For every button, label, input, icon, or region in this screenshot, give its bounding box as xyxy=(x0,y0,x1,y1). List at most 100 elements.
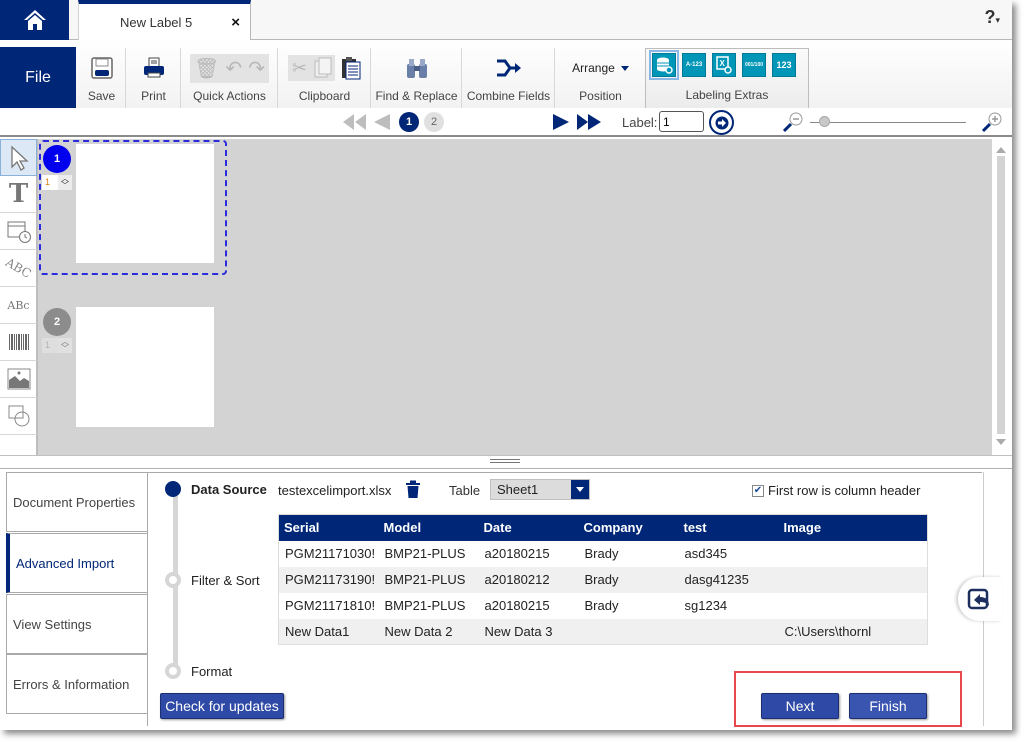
table-row[interactable]: PGM21173190! BMP21-PLUS a20180212 Brady … xyxy=(278,566,928,593)
zoom-slider-track[interactable] xyxy=(810,122,966,123)
return-arrow-icon xyxy=(967,588,989,610)
table-row[interactable]: New Data1 New Data 2 New Data 3 C:\Users… xyxy=(278,618,928,645)
print-button[interactable]: Print xyxy=(127,48,181,108)
table-cell xyxy=(778,566,928,593)
finish-button[interactable]: Finish xyxy=(849,693,927,719)
tab-errors-information[interactable]: Errors & Information xyxy=(6,654,148,714)
column-header[interactable]: Date xyxy=(478,514,579,541)
copies-spinner-1[interactable]: 1 ︿ ﹀ xyxy=(42,175,72,190)
table-row[interactable]: PGM21171030! BMP21-PLUS a20180215 Brady … xyxy=(279,541,928,567)
splitter-grip-icon[interactable] xyxy=(490,459,520,463)
select-tool[interactable] xyxy=(0,139,37,176)
label-number-badge-2[interactable]: 2 xyxy=(43,308,71,336)
image-tool[interactable] xyxy=(0,361,37,398)
barcode-icon xyxy=(8,334,29,350)
paste-icon[interactable] xyxy=(341,56,361,80)
chevron-down-icon[interactable] xyxy=(571,480,589,499)
help-icon: ? xyxy=(984,7,996,27)
label-number-input[interactable] xyxy=(659,111,704,132)
zoom-in-icon[interactable] xyxy=(981,111,1003,133)
undo-icon[interactable]: ↶ xyxy=(225,56,242,81)
help-button[interactable]: ?▾ xyxy=(984,7,1000,28)
table-row[interactable]: PGM21171810! BMP21-PLUS a20180215 Brady … xyxy=(279,593,928,619)
copy-icon[interactable] xyxy=(313,57,333,79)
column-header[interactable]: test xyxy=(678,514,779,541)
table-cell xyxy=(578,618,679,645)
table-cell: a20180215 xyxy=(484,598,550,613)
scrollbar-thumb[interactable] xyxy=(997,156,1005,434)
file-menu-button[interactable]: File xyxy=(0,47,76,108)
small-caps-text-tool[interactable]: ABc xyxy=(0,287,37,324)
step-label-data-source[interactable]: Data Source xyxy=(191,482,267,497)
column-header[interactable]: Model xyxy=(378,514,479,541)
step-indicator-filter-sort[interactable] xyxy=(165,572,181,588)
spinner-arrows-icon[interactable]: ︿ ﹀ xyxy=(58,338,72,353)
copies-spinner-2[interactable]: 1 ︿ ﹀ xyxy=(42,338,72,353)
date-time-tool[interactable] xyxy=(0,213,37,250)
table-cell: Brady xyxy=(578,566,679,593)
copies-value-1[interactable]: 1 xyxy=(42,175,58,190)
column-header[interactable]: Image xyxy=(778,514,928,541)
next-button[interactable]: Next xyxy=(761,693,839,719)
label-preview-2[interactable] xyxy=(76,307,214,427)
delete-icon[interactable]: 🗑 xyxy=(194,56,219,81)
binoculars-icon xyxy=(406,59,427,78)
curved-text-tool[interactable]: ABC xyxy=(0,250,37,287)
sequence-icon[interactable]: 001/100 xyxy=(742,53,766,77)
database-icon[interactable] xyxy=(649,50,679,80)
barcode-tool[interactable] xyxy=(0,324,37,361)
go-to-label-button[interactable] xyxy=(709,110,734,135)
zoom-out-icon[interactable] xyxy=(782,111,804,133)
column-header[interactable]: Company xyxy=(578,514,679,541)
scroll-down-icon[interactable] xyxy=(996,439,1006,445)
number-123-icon[interactable]: 123 xyxy=(772,53,796,77)
zoom-slider-thumb[interactable] xyxy=(819,116,830,127)
collapse-panel-button[interactable] xyxy=(958,577,1002,621)
page-indicator-2[interactable]: 2 xyxy=(424,112,444,132)
label-navigation-bar: 1 2 Label: xyxy=(0,108,1012,137)
panel-splitter[interactable] xyxy=(0,455,1012,469)
trash-icon[interactable] xyxy=(405,480,421,499)
next-page-icon[interactable] xyxy=(551,113,571,131)
shape-tool[interactable] xyxy=(0,398,37,435)
close-tab-icon[interactable]: × xyxy=(231,14,240,31)
home-button[interactable] xyxy=(0,0,69,40)
previous-page-icon[interactable] xyxy=(372,113,392,131)
step-indicator-format[interactable] xyxy=(165,663,181,679)
redo-icon[interactable]: ↷ xyxy=(248,56,265,81)
save-button[interactable]: Save xyxy=(78,48,126,108)
column-header[interactable]: Serial xyxy=(278,514,379,541)
step-indicator-data-source[interactable] xyxy=(165,481,181,497)
first-page-icon[interactable] xyxy=(342,113,368,131)
step-label-format[interactable]: Format xyxy=(191,664,232,679)
label-number-badge-1[interactable]: 1 xyxy=(43,145,71,173)
save-label: Save xyxy=(87,89,116,103)
table-cell: a20180212 xyxy=(478,566,579,593)
find-replace-button[interactable]: Find & Replace xyxy=(372,48,462,108)
copies-value-2[interactable]: 1 xyxy=(42,338,58,353)
tab-document-properties[interactable]: Document Properties xyxy=(6,472,148,532)
checkbox-checked-icon[interactable]: ✔ xyxy=(752,484,764,497)
table-select[interactable]: Sheet1 xyxy=(490,479,590,500)
tab-advanced-import[interactable]: Advanced Import xyxy=(6,533,152,593)
label-canvas[interactable]: 1 1 ︿ ﹀ 2 1 ︿ ﹀ xyxy=(38,139,992,455)
serial-a123-icon[interactable]: A-123 xyxy=(682,53,706,77)
canvas-vertical-scrollbar[interactable] xyxy=(992,139,1012,455)
text-tool[interactable]: T xyxy=(0,176,37,213)
step-label-filter-sort[interactable]: Filter & Sort xyxy=(191,573,260,588)
page-indicator-1[interactable]: 1 xyxy=(399,112,419,132)
tab-view-settings[interactable]: View Settings xyxy=(6,594,148,654)
arrange-dropdown[interactable]: Arrange xyxy=(572,61,629,75)
label-preview-1[interactable] xyxy=(76,144,214,263)
excel-import-icon[interactable]: X xyxy=(712,53,736,77)
scroll-up-icon[interactable] xyxy=(996,147,1006,153)
document-tab[interactable]: New Label 5 × xyxy=(78,0,251,41)
table-cell: BMP21-PLUS xyxy=(384,546,466,561)
arrow-right-icon xyxy=(715,116,728,129)
combine-fields-button[interactable]: Combine Fields xyxy=(463,48,555,108)
last-page-icon[interactable] xyxy=(576,113,602,131)
cut-icon[interactable]: ✂ xyxy=(292,58,307,79)
first-row-header-checkbox[interactable]: ✔ First row is column header xyxy=(752,483,920,498)
spinner-arrows-icon[interactable]: ︿ ﹀ xyxy=(58,175,72,190)
check-for-updates-button[interactable]: Check for updates xyxy=(160,693,284,719)
